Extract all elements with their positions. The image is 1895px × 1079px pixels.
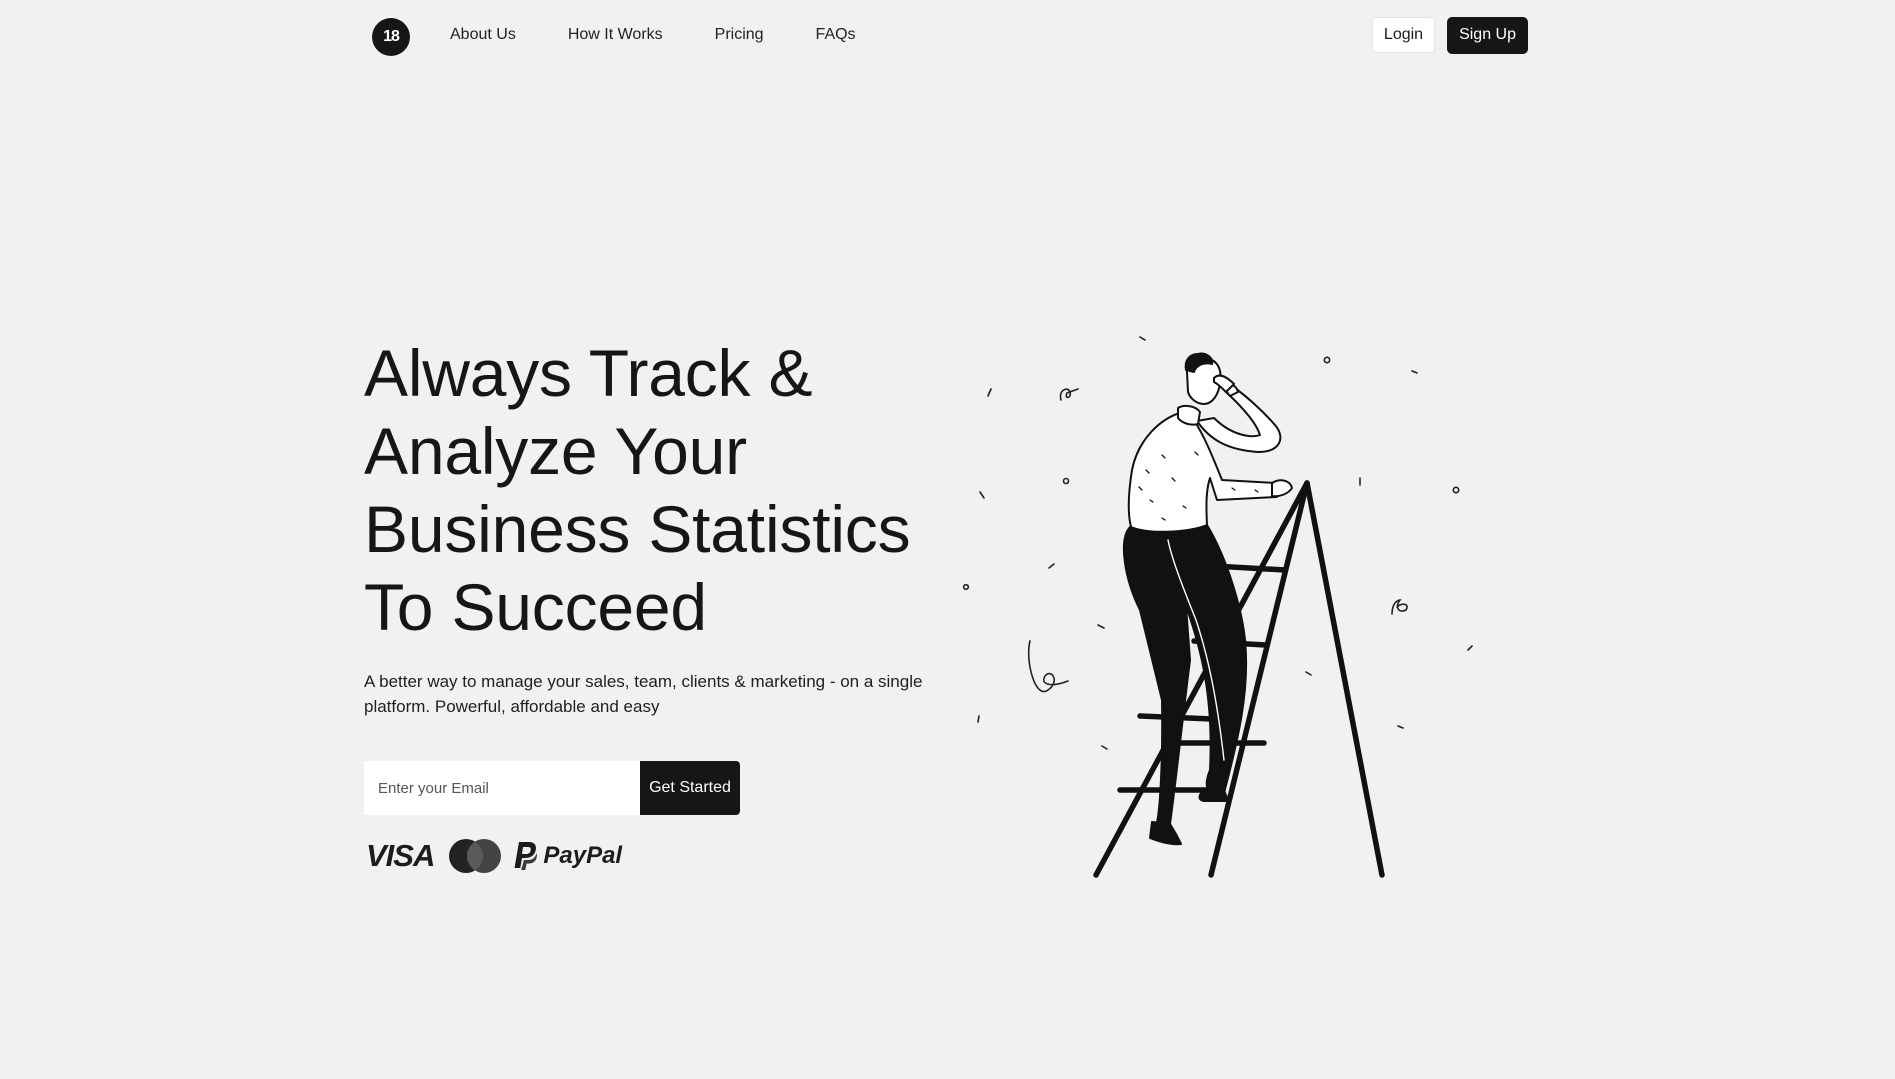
nav-faqs[interactable]: FAQs [816,17,856,53]
visa-logo: VISA [366,838,435,873]
site-header: 18 About Us How It Works Pricing FAQs Lo… [372,16,1528,56]
email-signup-form: Get Started [364,761,740,815]
hero-title: Always Track & Analyze Your Business Sta… [364,334,964,646]
man-on-ladder-illustration [962,336,1473,878]
logo-text: 18 [383,27,400,45]
logo[interactable]: 18 [372,17,410,56]
nav-about-us[interactable]: About Us [450,17,516,53]
signup-button[interactable]: Sign Up [1447,16,1528,54]
paypal-icon [514,842,538,870]
mastercard-icon [449,839,502,873]
main-nav: About Us How It Works Pricing FAQs [450,17,908,53]
login-button[interactable]: Login [1371,17,1436,53]
nav-how-it-works[interactable]: How It Works [568,17,663,53]
get-started-button[interactable]: Get Started [640,761,740,815]
hero-title-line: Business Statistics [364,492,911,566]
nav-pricing[interactable]: Pricing [715,17,764,53]
auth-actions: Login Sign Up [1371,16,1528,54]
paypal-logo: PayPal [543,842,623,869]
email-input[interactable] [364,761,640,815]
hero-title-line: Always Track & [364,336,813,410]
hero-subtitle: A better way to manage your sales, team,… [364,672,923,716]
payment-methods: VISA PayPal [366,836,622,876]
hero-title-line: Analyze Your [364,414,747,488]
hero-title-line: To Succeed [364,570,707,644]
